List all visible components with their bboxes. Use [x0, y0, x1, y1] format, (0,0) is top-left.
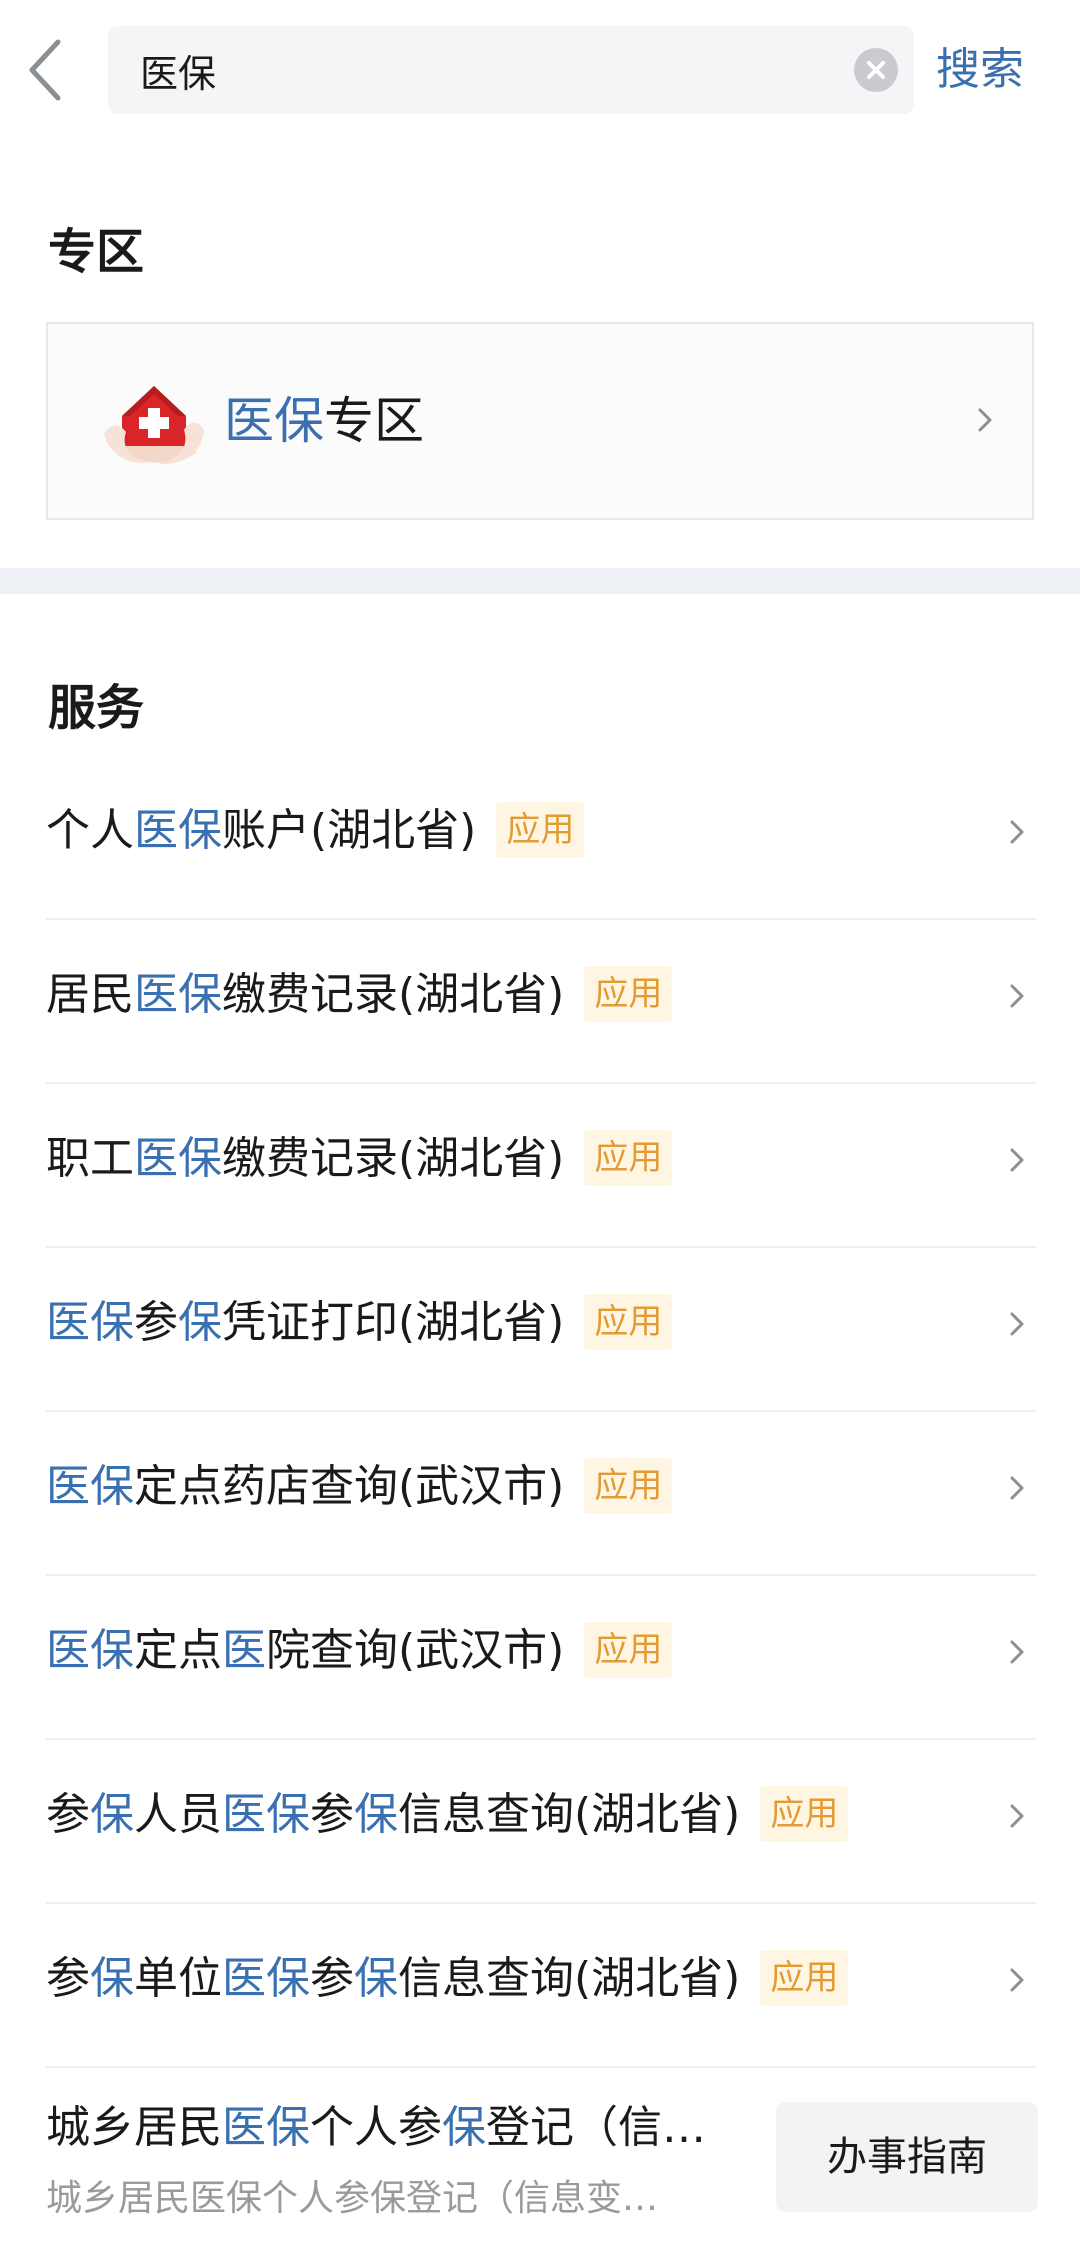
label-segment: 凭证打印(湖北省): [222, 1297, 565, 1348]
label-segment: 参: [310, 1789, 354, 1840]
service-item[interactable]: 个人医保账户(湖北省) 应用: [46, 756, 1036, 920]
service-item-label: 参保人员医保参保信息查询(湖北省) 应用: [46, 1780, 849, 1850]
label-segment: 参: [310, 1953, 354, 2004]
label-segment: 医保: [46, 1297, 134, 1348]
zone-title-rest: 专区: [324, 392, 424, 450]
zone-title-highlight: 医保: [224, 392, 324, 450]
label-segment: 保: [90, 1953, 134, 2004]
label-segment: 保: [354, 1789, 398, 1840]
label-segment: 医保: [46, 1461, 134, 1512]
search-field[interactable]: [108, 26, 914, 114]
label-segment: 保: [90, 1789, 134, 1840]
service-item-label: 个人医保账户(湖北省) 应用: [46, 796, 585, 866]
app-badge: 应用: [496, 802, 585, 858]
chevron-right-icon: [1008, 1470, 1028, 1510]
service-item-label: 医保定点药店查询(武汉市) 应用: [46, 1452, 673, 1522]
label-segment: 信息查询(湖北省): [398, 1953, 741, 2004]
app-badge: 应用: [760, 1786, 849, 1842]
services-heading: 服务: [48, 680, 145, 736]
search-bar: 搜索: [0, 0, 1080, 140]
search-button[interactable]: 搜索: [936, 36, 1024, 104]
label-segment: 医保: [222, 2102, 310, 2153]
label-segment: 单位: [134, 1953, 222, 2004]
service-list: 个人医保账户(湖北省) 应用 居民医保缴费记录(湖北省) 应用 职工医保缴费记录(湖北省…: [46, 756, 1036, 2068]
label-segment: 个人: [46, 805, 134, 856]
label-segment: 医保: [134, 1133, 222, 1184]
service-item-label: 居民医保缴费记录(湖北省) 应用: [46, 960, 673, 1030]
chevron-right-icon: [1008, 978, 1028, 1018]
hands-red-cross-house-icon: [100, 372, 208, 472]
label-segment: 医保: [222, 1953, 310, 2004]
label-segment: 医: [222, 1625, 266, 1676]
label-segment: 保: [442, 2102, 486, 2153]
label-segment: 医保: [134, 969, 222, 1020]
label-segment: 医保: [46, 1625, 134, 1676]
chevron-left-icon: [29, 39, 61, 101]
label-segment: 保: [178, 1297, 222, 1348]
service-item[interactable]: 医保参保凭证打印(湖北省) 应用: [46, 1248, 1036, 1412]
label-segment: 个人参: [310, 2102, 442, 2153]
guide-button[interactable]: 办事指南: [776, 2102, 1038, 2212]
label-segment: 城乡居民: [46, 2102, 222, 2153]
label-segment: 参: [46, 1953, 90, 2004]
chevron-right-icon: [1008, 1142, 1028, 1182]
label-segment: 保: [354, 1953, 398, 2004]
service-item-label: 医保定点医院查询(武汉市) 应用: [46, 1616, 673, 1686]
label-segment: 医保: [134, 805, 222, 856]
medical-insurance-zone-card[interactable]: 医保专区: [46, 322, 1034, 520]
service-item-title: 城乡居民医保个人参保登记（信…: [46, 2098, 706, 2158]
chevron-right-icon: [1008, 1634, 1028, 1674]
label-segment: 人员: [134, 1789, 222, 1840]
label-segment: 信息查询(湖北省): [398, 1789, 741, 1840]
app-badge: 应用: [584, 1130, 673, 1186]
app-badge: 应用: [584, 966, 673, 1022]
label-segment: 参: [134, 1297, 178, 1348]
label-segment: 定点药店查询(武汉市): [134, 1461, 565, 1512]
label-segment: 定点: [134, 1625, 222, 1676]
section-divider: [0, 568, 1080, 594]
service-item[interactable]: 职工医保缴费记录(湖北省) 应用: [46, 1084, 1036, 1248]
service-item-resident-registration[interactable]: 城乡居民医保个人参保登记（信… 城乡居民医保个人参保登记（信息变… 办事指南: [46, 2060, 1038, 2260]
service-item[interactable]: 医保定点医院查询(武汉市) 应用: [46, 1576, 1036, 1740]
label-segment: 参: [46, 1789, 90, 1840]
app-badge: 应用: [584, 1622, 673, 1678]
service-item-label: 职工医保缴费记录(湖北省) 应用: [46, 1124, 673, 1194]
service-item-label: 参保单位医保参保信息查询(湖北省) 应用: [46, 1944, 849, 2014]
zone-heading: 专区: [48, 224, 145, 280]
service-item[interactable]: 居民医保缴费记录(湖北省) 应用: [46, 920, 1036, 1084]
clear-circle-icon: [867, 61, 885, 79]
service-item[interactable]: 参保人员医保参保信息查询(湖北省) 应用: [46, 1740, 1036, 1904]
app-badge: 应用: [584, 1294, 673, 1350]
zone-card-title: 医保专区: [224, 382, 424, 460]
service-item[interactable]: 医保定点药店查询(武汉市) 应用: [46, 1412, 1036, 1576]
chevron-right-icon: [1008, 1798, 1028, 1838]
chevron-right-icon: [1008, 1962, 1028, 2002]
chevron-right-icon: [976, 402, 996, 442]
chevron-right-icon: [1008, 1306, 1028, 1346]
clear-button[interactable]: [854, 48, 898, 92]
chevron-right-icon: [1008, 814, 1028, 854]
label-segment: 职工: [46, 1133, 134, 1184]
service-item-label: 医保参保凭证打印(湖北省) 应用: [46, 1288, 673, 1358]
app-badge: 应用: [584, 1458, 673, 1514]
app-badge: 应用: [760, 1950, 849, 2006]
label-segment: 缴费记录(湖北省): [222, 969, 565, 1020]
label-segment: 居民: [46, 969, 134, 1020]
search-input[interactable]: [140, 26, 820, 114]
label-segment: 院查询(武汉市): [266, 1625, 565, 1676]
label-segment: 缴费记录(湖北省): [222, 1133, 565, 1184]
service-item[interactable]: 参保单位医保参保信息查询(湖北省) 应用: [46, 1904, 1036, 2068]
service-item-subtitle: 城乡居民医保个人参保登记（信息变…: [46, 2178, 659, 2219]
label-segment: 账户(湖北省): [222, 805, 477, 856]
back-button[interactable]: [22, 30, 72, 110]
label-segment: 登记（信…: [486, 2102, 706, 2153]
label-segment: 医保: [222, 1789, 310, 1840]
